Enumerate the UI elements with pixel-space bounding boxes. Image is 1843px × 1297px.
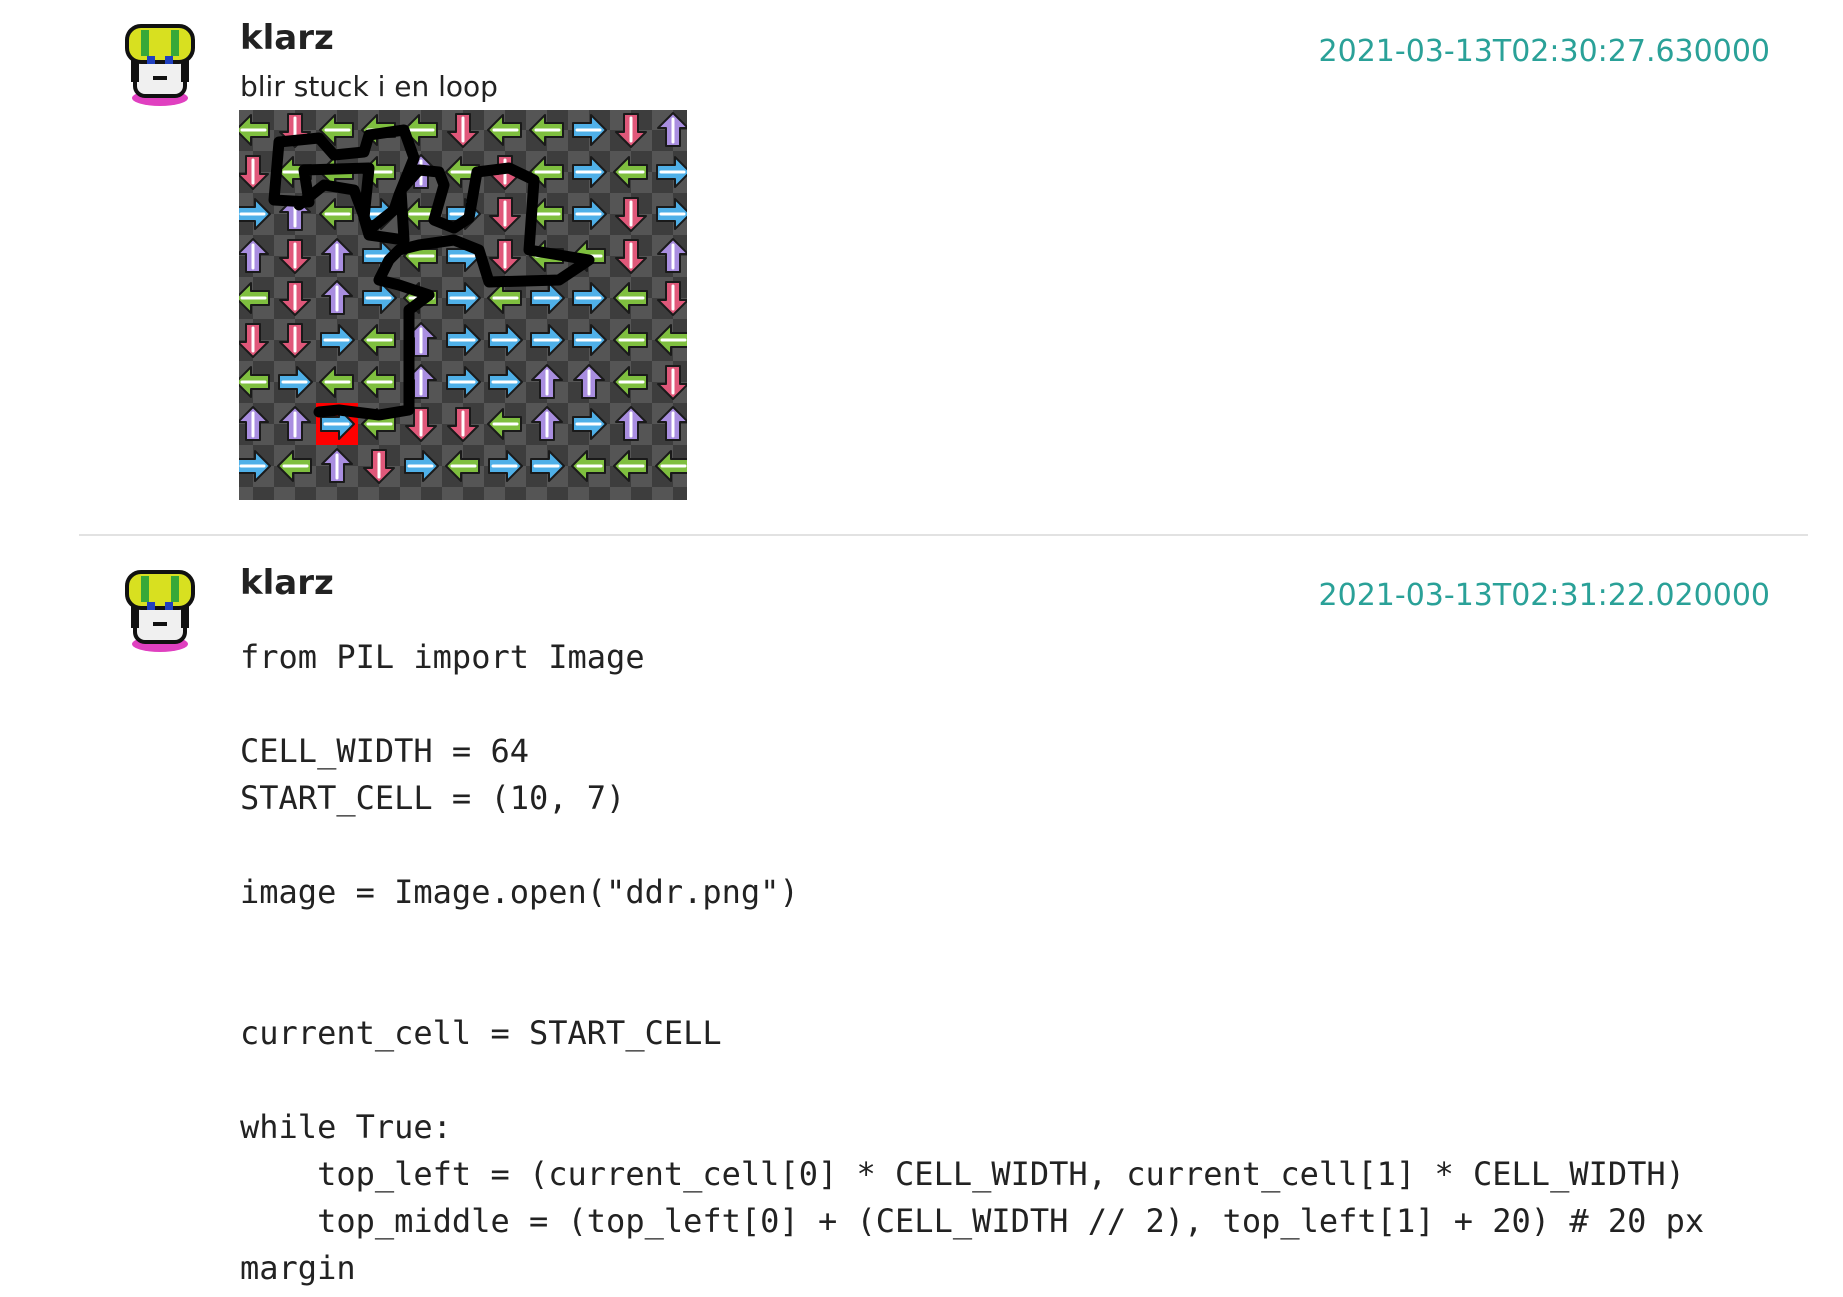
code-line: while True:: [240, 1108, 452, 1146]
code-line: top_middle = (top_left[0] + (CELL_WIDTH …: [240, 1202, 1705, 1240]
timestamp[interactable]: 2021-03-13T02:30:27.630000: [1319, 34, 1770, 69]
code-block: from PIL import Image CELL_WIDTH = 64 STAR…: [240, 634, 1704, 1292]
code-line: top_left = (current_cell[0] * CELL_WIDTH…: [240, 1155, 1685, 1193]
code-line: image = Image.open("ddr.png"): [240, 873, 799, 911]
ddr-arrow-grid-image: [239, 110, 687, 500]
message-text: blir stuck i en loop: [240, 70, 498, 103]
code-line: CELL_WIDTH = 64: [240, 732, 529, 770]
user-avatar[interactable]: [121, 566, 199, 654]
timestamp[interactable]: 2021-03-13T02:31:22.020000: [1319, 578, 1770, 613]
user-avatar[interactable]: [121, 20, 199, 108]
username[interactable]: klarz: [240, 563, 334, 603]
username[interactable]: klarz: [240, 18, 334, 58]
image-attachment[interactable]: [239, 110, 687, 500]
pixel-avatar-icon: [125, 24, 195, 106]
code-line: margin: [240, 1249, 356, 1287]
code-line: START_CELL = (10, 7): [240, 779, 626, 817]
code-line: from PIL import Image: [240, 638, 645, 676]
message-divider: [79, 534, 1808, 536]
pixel-avatar-icon: [125, 570, 195, 652]
code-line: current_cell = START_CELL: [240, 1014, 722, 1052]
